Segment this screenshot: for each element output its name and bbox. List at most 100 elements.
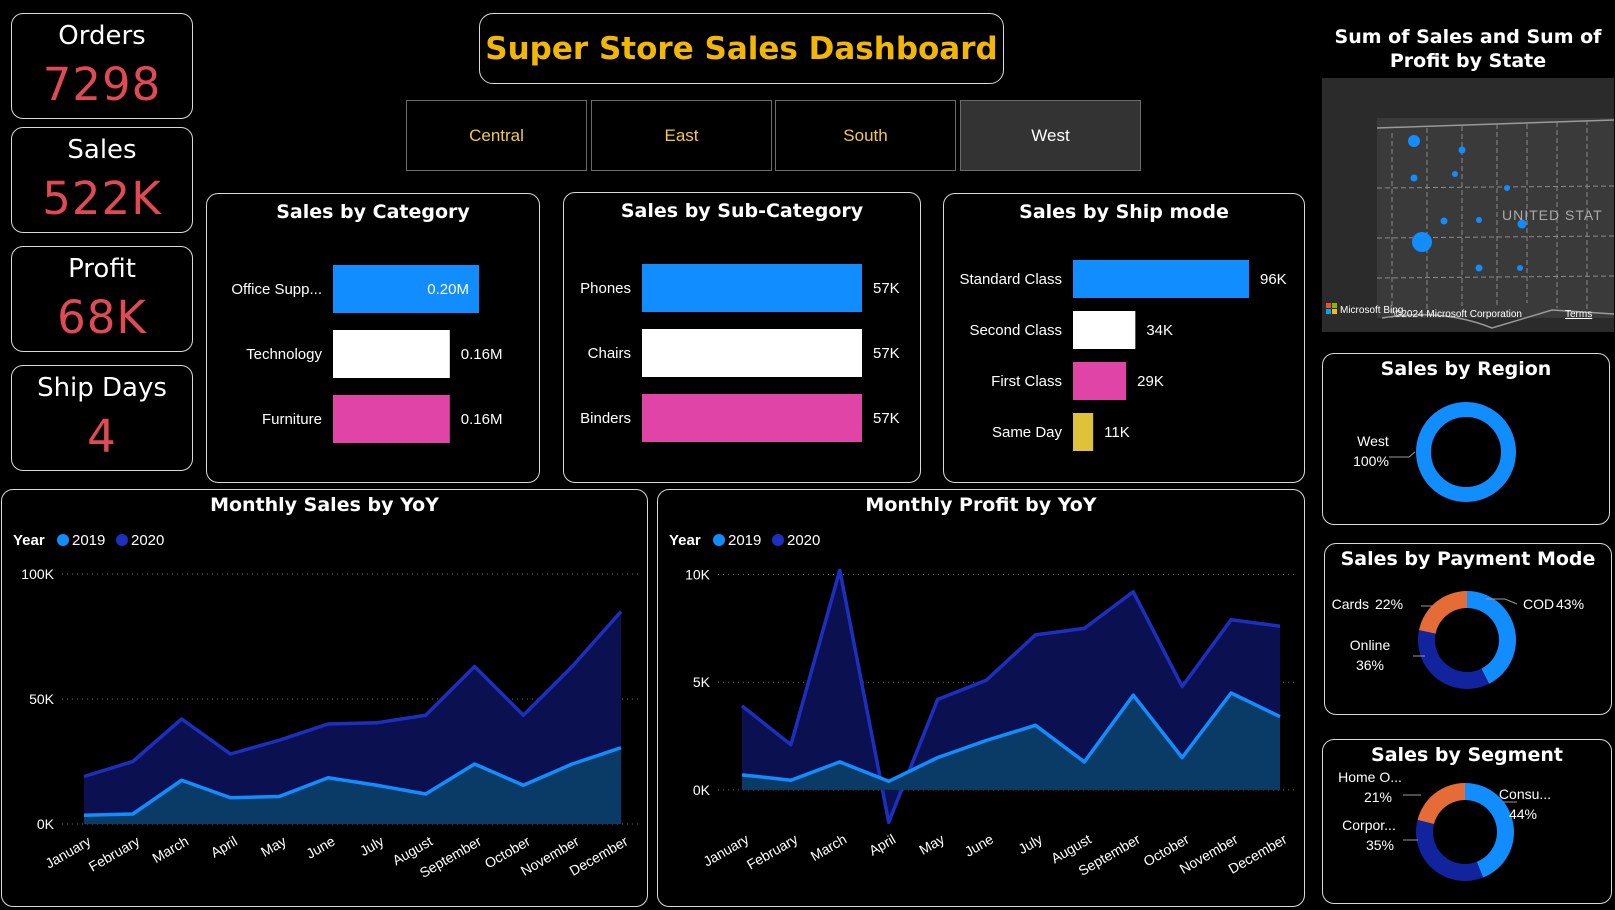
donut-slice-name: Corpor... — [1342, 817, 1396, 833]
x-tick-label: April — [208, 833, 240, 861]
bar — [642, 264, 862, 312]
donut-slice-value: 36% — [1356, 657, 1384, 673]
legend-marker — [57, 534, 69, 546]
y-tick-label: 50K — [29, 691, 55, 707]
x-tick-label: February — [86, 833, 143, 875]
map-title: Sum of Sales and Sum of Profit by State — [1334, 26, 1602, 72]
bar-category-label: Phones — [580, 280, 631, 297]
bar — [1073, 362, 1127, 400]
slicer-central[interactable]: Central — [406, 100, 587, 171]
dashboard-title: Super Store Sales Dashboard — [485, 30, 998, 67]
bar-category-label: First Class — [991, 373, 1062, 390]
card-sales-by-region: Sales by Region West 100% — [1322, 353, 1610, 525]
kpi-value: 522K — [42, 172, 162, 225]
kpi-label: Profit — [68, 254, 136, 284]
donut-slice-value: 21% — [1364, 789, 1392, 805]
legend-title: Year — [13, 532, 45, 549]
donut-slice-value: 22% — [1375, 596, 1403, 612]
bar — [1073, 311, 1136, 349]
card-monthly-profit-yoy: Monthly Profit by YoY 0K 5K 10K Year 2019 202… — [657, 489, 1305, 907]
kpi-value: 68K — [57, 291, 147, 344]
donut-leader-line — [1389, 451, 1416, 458]
bar-category-label: Office Supp... — [231, 281, 322, 298]
legend-marker — [713, 534, 725, 546]
card-sales-by-payment-mode: Sales by Payment Mode COD 43% Cards 22% Onli… — [1324, 543, 1612, 715]
kpi-card-sales: Sales 522K — [11, 127, 193, 233]
bar-data-label: 0.16M — [461, 346, 503, 363]
donut-slice-value: 44% — [1509, 806, 1537, 822]
chart-sales-by-shipmode: Standard Class 96K Second Class 34K First Cl… — [959, 260, 1287, 451]
donut-slice — [1416, 819, 1484, 881]
y-tick-label: 5K — [693, 674, 711, 690]
chart-sales-by-region: West 100% — [1353, 402, 1516, 502]
bar-data-label: 29K — [1137, 373, 1164, 390]
card-monthly-sales-yoy: Monthly Sales by YoY 0K 50K 100K Year 2019 20… — [1, 489, 648, 907]
state-map[interactable]: UNITED STAT Microsoft Bing ©2024 Microso… — [1322, 78, 1614, 332]
kpi-label: Sales — [67, 135, 137, 165]
donut-slice-value: 100% — [1353, 453, 1389, 469]
bar-data-label: 0.16M — [461, 411, 503, 428]
donut-slice-name: COD — [1523, 596, 1554, 612]
donut-slice-name: Home O... — [1338, 769, 1402, 785]
microsoft-logo-icon — [1326, 309, 1331, 314]
x-tick-label: May — [916, 831, 947, 858]
kpi-card-orders: Orders 7298 — [11, 13, 193, 119]
bar — [642, 394, 862, 442]
card-sales-by-segment: Sales by Segment Consu... 44% Home O... 21%… — [1322, 739, 1612, 904]
x-tick-label: June — [962, 831, 996, 860]
bar-category-label: Technology — [246, 346, 322, 363]
kpi-value: 7298 — [42, 58, 162, 111]
map-terms-link: Terms — [1565, 309, 1592, 320]
dashboard-title-box: Super Store Sales Dashboard — [479, 13, 1004, 84]
slicer-east[interactable]: East — [591, 100, 772, 171]
bar-data-label: 11K — [1104, 424, 1130, 441]
y-tick-label: 100K — [21, 566, 54, 582]
legend-label: 2019 — [72, 532, 105, 549]
bar-category-label: Chairs — [588, 345, 631, 362]
kpi-card-ship-days: Ship Days 4 — [11, 365, 193, 471]
chart-monthly-sales-yoy: 0K 50K 100K Year 2019 2020 JanuaryFebruary Marc… — [13, 532, 638, 881]
card-sales-by-shipmode: Sales by Ship mode Standard Class 96K Seco… — [943, 193, 1305, 483]
microsoft-logo-icon — [1326, 303, 1331, 308]
bar — [1073, 413, 1094, 451]
bar — [333, 395, 450, 443]
bar — [642, 329, 862, 377]
bar-data-label: 96K — [1260, 271, 1287, 288]
bar — [1073, 260, 1249, 298]
card-sales-by-category: Sales by Category Office Supp... 0.20M Tec… — [206, 193, 540, 483]
map-canvas: UNITED STAT Microsoft Bing ©2024 Microso… — [1326, 118, 1614, 329]
microsoft-logo-icon — [1332, 303, 1337, 308]
y-tick-label: 10K — [685, 567, 711, 583]
legend-label: 2019 — [728, 532, 761, 549]
x-tick-label: March — [149, 833, 191, 866]
donut-slice-value: 43% — [1556, 596, 1584, 612]
chart-monthly-profit-yoy: 0K 5K 10K Year 2019 2020 JanuaryFebruary March A… — [669, 532, 1298, 879]
legend-label: 2020 — [131, 532, 164, 549]
x-tick-label: May — [258, 833, 289, 860]
legend-title: Year — [669, 532, 701, 549]
donut-slice — [1416, 402, 1516, 502]
x-tick-label: February — [744, 831, 801, 873]
kpi-value: 4 — [87, 410, 117, 463]
bar-data-label: 57K — [873, 280, 900, 297]
x-tick-label: June — [303, 833, 337, 862]
x-tick-label: March — [808, 831, 850, 864]
bar-data-label: 34K — [1146, 322, 1173, 339]
x-tick-label: July — [357, 833, 387, 859]
kpi-card-profit: Profit 68K — [11, 246, 193, 352]
bar-category-label: Second Class — [969, 322, 1062, 339]
donut-slice-name: Online — [1350, 637, 1391, 653]
bar-data-label: 57K — [873, 410, 900, 427]
card-sales-by-subcategory: Sales by Sub-Category Phones 57K Chairs 57K… — [563, 192, 921, 483]
legend-marker — [772, 534, 784, 546]
slicer-west[interactable]: West — [960, 100, 1141, 171]
y-tick-label: 0K — [693, 782, 711, 798]
map-copyright: ©2024 Microsoft Corporation — [1394, 309, 1522, 320]
chart-sales-by-payment-mode: COD 43% Cards 22% Online 36% — [1332, 591, 1584, 689]
kpi-label: Ship Days — [37, 373, 167, 403]
bar-category-label: Furniture — [262, 411, 322, 428]
x-tick-label: April — [866, 831, 898, 859]
donut-slice-value: 35% — [1366, 837, 1394, 853]
chart-sales-by-subcategory: Phones 57K Chairs 57K Binders 57K — [580, 264, 900, 442]
slicer-south[interactable]: South — [775, 100, 956, 171]
